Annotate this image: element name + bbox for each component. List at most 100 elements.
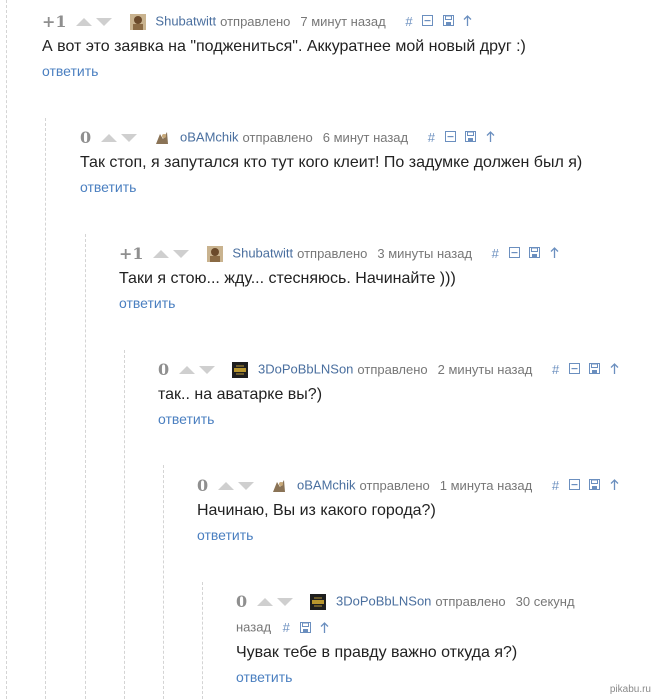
comment-rating: 0 — [80, 127, 92, 147]
comment-sent-label: отправлено — [357, 361, 428, 377]
vote-down-icon[interactable] — [173, 249, 190, 258]
comment-rating: +1 — [119, 243, 144, 263]
hash-link-icon[interactable]: # — [428, 128, 435, 148]
avatar[interactable] — [310, 593, 327, 610]
thread-line — [163, 465, 164, 699]
comment-text: Таки я стою... жду... стесняюсь. Начинай… — [119, 270, 456, 287]
comment: 0 3DoPoBbLNSon отправлено 30 секунд назад … — [236, 591, 575, 687]
comment-sent-label: отправлено — [359, 477, 430, 493]
arrow-up-icon[interactable] — [550, 246, 559, 258]
comment-author[interactable]: 3DoPoBbLNSon — [336, 594, 431, 609]
comment-time-continued: назад — [236, 619, 272, 635]
hash-link-icon[interactable]: # — [283, 618, 290, 638]
comment-time: 6 минут назад — [322, 129, 409, 145]
arrow-up-icon[interactable] — [610, 478, 619, 490]
comment-author[interactable]: oBAMchik — [180, 130, 239, 145]
vote-down-icon[interactable] — [237, 481, 254, 490]
save-icon[interactable] — [589, 362, 601, 374]
comment-rating: 0 — [236, 591, 248, 611]
comment-header: +1 Shubatwitt отправлено 7 минут назад # — [42, 11, 526, 31]
vote-up-icon[interactable] — [256, 597, 273, 606]
collapse-icon[interactable] — [568, 478, 580, 490]
vote-up-icon[interactable] — [100, 133, 117, 142]
comment-header-continued: назад # — [236, 617, 575, 637]
collapse-icon[interactable] — [444, 130, 456, 142]
thread-line — [45, 118, 46, 699]
vote-up-icon[interactable] — [178, 365, 195, 374]
collapse-icon[interactable] — [422, 14, 434, 26]
comment-rating: 0 — [197, 475, 209, 495]
reply-link[interactable]: ответить — [80, 179, 136, 195]
comment-text: Начинаю, Вы из какого города?) — [197, 502, 436, 519]
save-icon[interactable] — [589, 478, 601, 490]
comment: 0 oBAMchik отправлено 6 минут назад # Так … — [80, 127, 582, 197]
thread-line — [202, 582, 203, 699]
arrow-up-icon[interactable] — [486, 130, 495, 142]
comment-text: А вот это заявка на "поджениться". Аккур… — [42, 38, 526, 55]
comment-sent-label: отправлено — [435, 593, 506, 609]
comment-header: 0 oBAMchik отправлено 6 минут назад # — [80, 127, 582, 147]
reply-link[interactable]: ответить — [197, 527, 253, 543]
thread-line — [85, 234, 86, 699]
comment: 0 3DoPoBbLNSon отправлено 2 минуты назад #… — [158, 359, 619, 429]
hash-link-icon[interactable]: # — [552, 476, 559, 496]
comment-actions: # — [399, 14, 472, 29]
save-icon[interactable] — [465, 130, 477, 142]
hash-link-icon[interactable]: # — [552, 360, 559, 380]
thread-line — [124, 350, 125, 699]
comment-rating: +1 — [42, 11, 67, 31]
comment-text: Чувак тебе в правду важно откуда я?) — [236, 644, 518, 661]
comment-actions: # — [486, 246, 559, 261]
comment-sent-label: отправлено — [220, 13, 291, 29]
save-icon[interactable] — [529, 246, 541, 258]
comment-author[interactable]: Shubatwitt — [232, 246, 293, 261]
collapse-icon[interactable] — [508, 246, 520, 258]
avatar[interactable] — [129, 13, 146, 30]
reply-link[interactable]: ответить — [119, 295, 175, 311]
comment-time: 30 секунд — [515, 593, 575, 609]
arrow-up-icon[interactable] — [463, 14, 472, 26]
comment-actions: # — [422, 130, 495, 145]
comment-time: 3 минуты назад — [377, 245, 473, 261]
vote-down-icon[interactable] — [120, 133, 137, 142]
hash-link-icon[interactable]: # — [405, 12, 412, 32]
save-icon[interactable] — [299, 622, 311, 634]
comment-actions: # — [546, 478, 619, 493]
vote-up-icon[interactable] — [76, 17, 93, 26]
arrow-up-icon[interactable] — [610, 362, 619, 374]
arrow-up-icon[interactable] — [320, 622, 329, 634]
vote-up-icon[interactable] — [217, 481, 234, 490]
vote-up-icon[interactable] — [153, 249, 170, 258]
vote-down-icon[interactable] — [198, 365, 215, 374]
comment: +1 Shubatwitt отправлено 7 минут назад # А… — [42, 11, 526, 81]
comment-sent-label: отправлено — [297, 245, 368, 261]
reply-link[interactable]: ответить — [236, 669, 292, 685]
comment-author[interactable]: Shubatwitt — [155, 14, 216, 29]
comment-author[interactable]: oBAMchik — [297, 478, 356, 493]
comment-text: так.. на аватарке вы?) — [158, 386, 323, 403]
comment-author[interactable]: 3DoPoBbLNSon — [258, 362, 353, 377]
comment: 0 oBAMchik отправлено 1 минута назад # Нач… — [197, 475, 619, 545]
reply-link[interactable]: ответить — [42, 63, 98, 79]
avatar[interactable] — [271, 477, 288, 494]
comment-text: Так стоп, я запутался кто тут кого клеит… — [80, 154, 583, 171]
comment: +1 Shubatwitt отправлено 3 минуты назад # … — [119, 243, 559, 313]
comment-time: 7 минут назад — [300, 13, 386, 29]
vote-down-icon[interactable] — [276, 597, 293, 606]
reply-link[interactable]: ответить — [158, 411, 214, 427]
hash-link-icon[interactable]: # — [492, 244, 499, 264]
comment-sent-label: отправлено — [242, 129, 313, 145]
comment-header: 0 oBAMchik отправлено 1 минута назад # — [197, 475, 619, 495]
avatar[interactable] — [206, 245, 223, 262]
collapse-icon[interactable] — [568, 362, 580, 374]
comment-rating: 0 — [158, 359, 170, 379]
avatar[interactable] — [154, 129, 171, 146]
vote-down-icon[interactable] — [96, 17, 113, 26]
comment-header: 0 3DoPoBbLNSon отправлено 2 минуты назад # — [158, 359, 619, 379]
comment-header: +1 Shubatwitt отправлено 3 минуты назад # — [119, 243, 559, 263]
avatar[interactable] — [232, 361, 249, 378]
comment-header: 0 3DoPoBbLNSon отправлено 30 секунд — [236, 591, 575, 611]
save-icon[interactable] — [442, 14, 454, 26]
thread-line — [6, 0, 7, 699]
comment-time: 1 минута назад — [439, 477, 533, 493]
